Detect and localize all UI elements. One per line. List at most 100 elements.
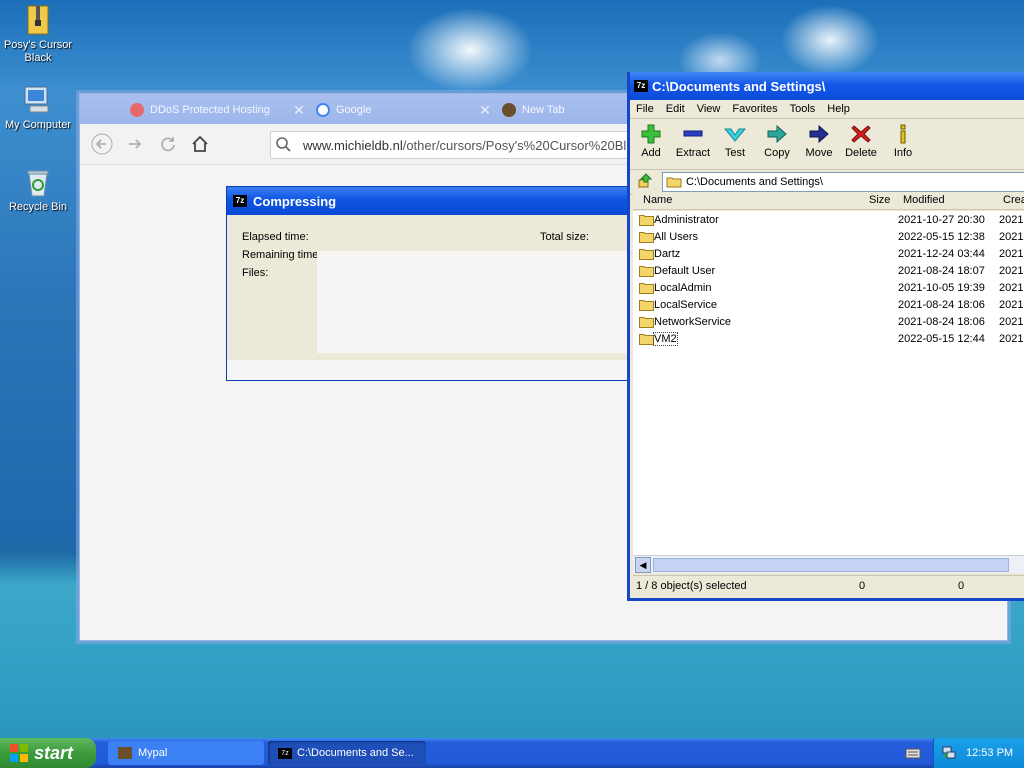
tab-ddos-protected-hosting[interactable]: DDoS Protected Hosting ✕: [122, 96, 308, 124]
task-label: Mypal: [138, 747, 168, 759]
start-button[interactable]: start: [0, 738, 96, 768]
network-icon[interactable]: [942, 745, 956, 762]
row-name: Administrator: [654, 214, 719, 226]
google-favicon-icon: [316, 103, 330, 117]
folder-icon: [639, 232, 654, 243]
path-input[interactable]: C:\Documents and Settings\: [662, 172, 1024, 192]
7zip-app-icon: 7z: [278, 747, 292, 759]
tab-title: DDoS Protected Hosting: [150, 104, 270, 116]
selection-status: 1 / 8 object(s) selected: [636, 580, 747, 592]
scroll-thumb[interactable]: [653, 558, 1009, 572]
row-name: All Users: [654, 231, 699, 243]
menu-bar: File Edit View Favorites Tools Help: [630, 100, 1024, 119]
checkmark-icon: [723, 128, 747, 142]
desktop-icon-recycle-bin[interactable]: Recycle Bin: [0, 166, 76, 214]
row-created: 2021-: [999, 333, 1024, 345]
7zip-app-icon: 7z: [634, 80, 648, 92]
home-icon[interactable]: [188, 132, 212, 156]
7zip-title-bar[interactable]: 7z C:\Documents and Settings\: [630, 72, 1024, 100]
menu-help[interactable]: Help: [821, 103, 856, 115]
taskbar-item-7zip[interactable]: 7z C:\Documents and Se...: [268, 741, 426, 765]
table-row[interactable]: Default User 2021-08-24 18:07 2021-: [633, 263, 1024, 280]
horizontal-scrollbar[interactable]: ◀: [633, 555, 1024, 573]
row-name: Dartz: [654, 248, 681, 260]
up-folder-icon[interactable]: [636, 172, 658, 193]
elapsed-time-label: Elapsed time:: [242, 231, 309, 243]
compressing-dialog: 7z Compressing Elapsed time: Remaining t…: [226, 186, 628, 381]
delete-button[interactable]: Delete: [840, 123, 882, 159]
close-icon[interactable]: ✕: [476, 102, 494, 119]
move-label: Move: [805, 147, 833, 159]
folder-icon: [639, 334, 654, 345]
reload-icon[interactable]: [156, 132, 180, 156]
table-row[interactable]: VM2 2022-05-15 12:44 2021-: [633, 331, 1024, 348]
tab-title: Google: [336, 104, 372, 116]
info-button[interactable]: Info: [882, 123, 924, 159]
menu-edit[interactable]: Edit: [660, 103, 691, 115]
taskbar-item-mypal[interactable]: Mypal: [108, 741, 264, 765]
menu-favorites[interactable]: Favorites: [726, 103, 783, 115]
desktop-icon-my-computer[interactable]: My Computer: [0, 84, 76, 132]
taskbar: start Mypal 7z C:\Documents and Se... 12…: [0, 738, 1024, 768]
extract-button[interactable]: Extract: [672, 123, 714, 159]
table-row[interactable]: Administrator 2021-10-27 20:30 2021-: [633, 212, 1024, 229]
folder-icon: [639, 249, 654, 260]
forward-arrow-icon[interactable]: [123, 132, 147, 156]
add-button[interactable]: Add: [630, 123, 672, 159]
row-modified: 2021-12-24 03:44: [898, 248, 985, 260]
tab-google[interactable]: Google ✕: [308, 96, 494, 124]
table-row[interactable]: LocalService 2021-08-24 18:06 2021-: [633, 297, 1024, 314]
column-name[interactable]: Name: [643, 194, 672, 206]
task-label: C:\Documents and Se...: [297, 747, 414, 759]
desktop-icon-posys-cursor[interactable]: Posy's Cursor Black: [0, 4, 76, 65]
info-icon: [900, 124, 906, 144]
zip-folder-icon: [22, 4, 54, 36]
toolbar: Add Extract Test Copy Move Delete Info: [630, 119, 1024, 170]
minus-icon: [683, 130, 703, 137]
row-name: Default User: [654, 265, 716, 277]
desktop-icon-label: My Computer: [4, 119, 72, 131]
dialog-title: Compressing: [253, 193, 337, 209]
window-title: C:\Documents and Settings\: [652, 78, 826, 94]
menu-file[interactable]: File: [630, 103, 660, 115]
column-header: Name Size Modified Crea: [633, 192, 1024, 210]
folder-icon: [639, 283, 654, 294]
system-tray: 12:53 PM: [933, 738, 1024, 768]
close-icon[interactable]: ✕: [290, 102, 308, 119]
redrawing-region: [227, 360, 627, 380]
info-label: Info: [893, 147, 913, 159]
table-row[interactable]: LocalAdmin 2021-10-05 19:39 2021-: [633, 280, 1024, 297]
scroll-left-icon[interactable]: ◀: [635, 557, 651, 573]
table-row[interactable]: Dartz 2021-12-24 03:44 2021-: [633, 246, 1024, 263]
test-button[interactable]: Test: [714, 123, 756, 159]
table-row[interactable]: NetworkService 2021-08-24 18:06 2021-: [633, 314, 1024, 331]
add-label: Add: [641, 147, 661, 159]
column-created[interactable]: Crea: [1003, 194, 1024, 206]
7zip-file-manager-window: 7z C:\Documents and Settings\ File Edit …: [627, 72, 1024, 601]
table-row[interactable]: All Users 2022-05-15 12:38 2021-: [633, 229, 1024, 246]
remaining-time-label: Remaining time:: [242, 249, 322, 261]
compressing-title-bar[interactable]: 7z Compressing: [227, 187, 627, 215]
desktop-icon-label: Recycle Bin: [8, 201, 68, 213]
selected-size: 0: [859, 580, 866, 592]
move-button[interactable]: Move: [798, 123, 840, 159]
row-modified: 2021-10-05 19:39: [898, 282, 985, 294]
total-size-label: Total size:: [540, 231, 589, 243]
status-bar: 1 / 8 object(s) selected 0 0: [633, 575, 1024, 596]
menu-view[interactable]: View: [691, 103, 727, 115]
keyboard-icon[interactable]: [905, 746, 921, 763]
column-size[interactable]: Size: [869, 194, 890, 206]
url-path: /other/cursors/Posy's%20Cursor%20Bl: [402, 137, 627, 153]
back-arrow-icon[interactable]: [90, 132, 114, 156]
files-label: Files:: [242, 267, 269, 279]
column-modified[interactable]: Modified: [903, 194, 945, 206]
selected-packed: 0: [958, 580, 965, 592]
copy-button[interactable]: Copy: [756, 123, 798, 159]
folder-icon: [666, 177, 682, 188]
delete-x-icon: [851, 125, 871, 143]
row-name: LocalAdmin: [654, 282, 712, 294]
row-created: 2021-: [999, 265, 1024, 277]
menu-tools[interactable]: Tools: [784, 103, 822, 115]
folder-icon: [639, 317, 654, 328]
row-modified: 2021-08-24 18:06: [898, 299, 985, 311]
